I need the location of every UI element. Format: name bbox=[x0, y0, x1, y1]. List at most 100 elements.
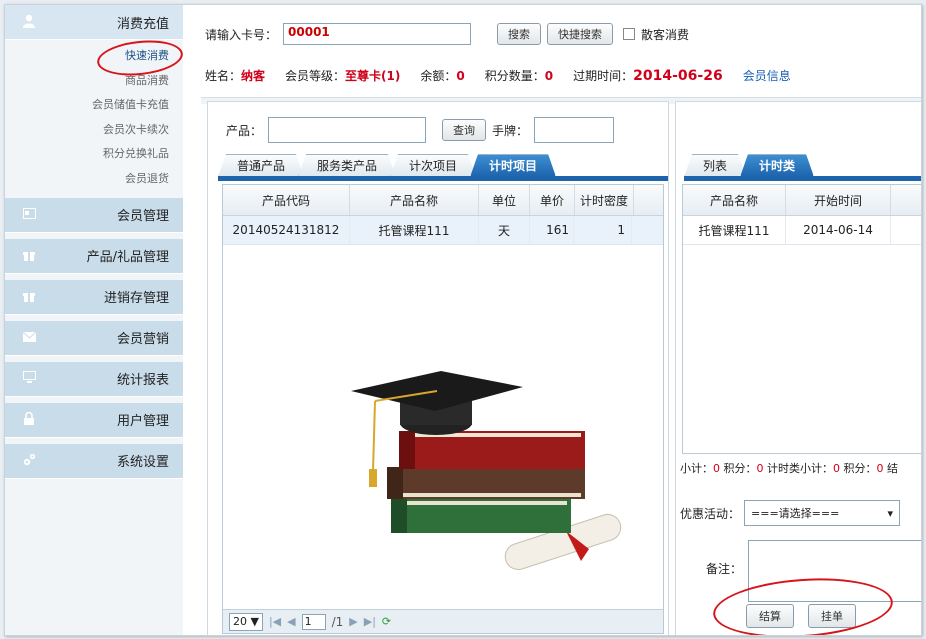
subtotal-value: 0 bbox=[713, 462, 720, 475]
submenu-points-redeem[interactable]: 积分兑换礼品 bbox=[5, 142, 183, 167]
col-product-name[interactable]: 产品名称 bbox=[683, 185, 786, 215]
product-label: 产品： bbox=[226, 123, 263, 138]
page-number-input[interactable]: 1 bbox=[301, 613, 326, 630]
search-button[interactable]: 搜索 bbox=[497, 23, 542, 45]
col-product-name[interactable]: 产品名称 bbox=[350, 185, 479, 215]
pager: 20 ▼ |◀ ◀ 1 /1 ▶ ▶| ⟳ bbox=[223, 609, 663, 633]
note-textarea[interactable] bbox=[748, 540, 921, 602]
product-grid: 产品代码 产品名称 单位 单价 计时密度 20140524131812 托管课程… bbox=[222, 184, 664, 634]
timed-points-label: 积分： bbox=[840, 462, 877, 475]
col-timing-density[interactable]: 计时密度 bbox=[575, 185, 634, 215]
last-page-icon[interactable]: ▶| bbox=[364, 615, 376, 628]
tab-count-item[interactable]: 计次项目 bbox=[390, 154, 476, 177]
cell-unit: 天 bbox=[479, 216, 530, 244]
guest-checkbox[interactable] bbox=[623, 28, 636, 40]
grid-header: 产品代码 产品名称 单位 单价 计时密度 bbox=[223, 185, 663, 216]
product-search-input[interactable] bbox=[268, 117, 427, 143]
hold-order-button[interactable]: 挂单 bbox=[808, 604, 856, 628]
timed-points-value: 0 bbox=[876, 462, 884, 475]
product-panel: 产品： 查询 手牌： 普通产品 服务类产品 计次项目 计时项目 产品代码 产品名… bbox=[207, 101, 669, 635]
tab-timed-type[interactable]: 计时类 bbox=[740, 154, 814, 177]
member-info-link[interactable]: 会员信息 bbox=[743, 67, 791, 84]
tab-underline bbox=[218, 176, 668, 181]
timed-subtotal-value: 0 bbox=[833, 462, 840, 475]
hand-tag-label: 手牌： bbox=[492, 123, 529, 138]
cell-code: 20140524131812 bbox=[223, 216, 350, 244]
menu-label: 产品/礼品管理 bbox=[86, 250, 169, 266]
menu-label: 进销存管理 bbox=[103, 291, 169, 307]
promo-select[interactable]: ===请选择=== ▾ bbox=[744, 500, 901, 526]
order-tabs: 列表 计时类 bbox=[684, 154, 808, 177]
menu-user-manage[interactable]: 用户管理 bbox=[5, 402, 183, 438]
menu-product-gift-manage[interactable]: 产品/礼品管理 bbox=[5, 238, 183, 274]
tab-timed-item[interactable]: 计时项目 bbox=[470, 154, 556, 177]
menu-label: 系统设置 bbox=[116, 455, 169, 471]
sidebar: 消费充值 快速消费 商品消费 会员储值卡充值 会员次卡续次 积分兑换礼品 会员退… bbox=[5, 5, 183, 635]
subtotal-line: 小计：0 积分：0 计时类小计：0 积分：0 结 bbox=[680, 460, 898, 476]
submenu-member-return[interactable]: 会员退货 bbox=[5, 167, 183, 192]
tab-service-product[interactable]: 服务类产品 bbox=[298, 154, 396, 177]
menu-label: 统计报表 bbox=[116, 373, 169, 389]
promo-label: 优惠活动： bbox=[680, 506, 741, 521]
menu-system-settings[interactable]: 系统设置 bbox=[5, 443, 183, 479]
col-unit[interactable]: 单位 bbox=[479, 185, 530, 215]
quick-search-button[interactable]: 快捷搜索 bbox=[547, 23, 614, 45]
points-value: 0 bbox=[544, 68, 554, 83]
page-size-select[interactable]: 20 ▼ bbox=[229, 612, 263, 631]
col-product-code[interactable]: 产品代码 bbox=[223, 185, 350, 215]
submenu-stored-value-recharge[interactable]: 会员储值卡充值 bbox=[5, 93, 183, 118]
next-page-icon[interactable]: ▶ bbox=[349, 615, 357, 628]
submenu-count-card-renew[interactable]: 会员次卡续次 bbox=[5, 118, 183, 143]
first-page-icon[interactable]: |◀ bbox=[269, 615, 281, 628]
gift-icon bbox=[21, 289, 37, 305]
lock-icon bbox=[21, 411, 37, 428]
app-frame: 消费充值 快速消费 商品消费 会员储值卡充值 会员次卡续次 积分兑换礼品 会员退… bbox=[4, 4, 922, 636]
col-price[interactable]: 单价 bbox=[530, 185, 575, 215]
balance-value: 0 bbox=[456, 68, 465, 83]
product-tabs: 普通产品 服务类产品 计次项目 计时项目 bbox=[218, 154, 550, 177]
table-row[interactable]: 20140524131812 托管课程111 天 161 1 bbox=[223, 216, 663, 245]
settle-truncated-label: 结 bbox=[883, 462, 898, 475]
refresh-icon[interactable]: ⟳ bbox=[382, 615, 391, 628]
hand-tag-input[interactable] bbox=[534, 117, 615, 143]
books-graduation-cap-image bbox=[351, 371, 622, 571]
menu-consume-recharge[interactable]: 消费充值 bbox=[5, 5, 183, 40]
level-label: 会员等级： bbox=[285, 69, 346, 83]
menu-member-manage[interactable]: 会员管理 bbox=[5, 197, 183, 233]
query-button[interactable]: 查询 bbox=[442, 119, 487, 141]
points-label: 积分数量： bbox=[484, 69, 545, 83]
points-label: 积分： bbox=[720, 462, 757, 475]
cell-name: 托管课程111 bbox=[683, 216, 786, 244]
gears-icon bbox=[21, 453, 37, 469]
tab-normal-product[interactable]: 普通产品 bbox=[218, 154, 304, 177]
prev-page-icon[interactable]: ◀ bbox=[287, 615, 295, 628]
tab-list[interactable]: 列表 bbox=[684, 154, 746, 177]
table-row[interactable]: 托管课程111 2014-06-14 bbox=[683, 216, 921, 245]
settle-button[interactable]: 结算 bbox=[746, 604, 794, 628]
promo-value: ===请选择=== bbox=[751, 507, 840, 520]
menu-stats-report[interactable]: 统计报表 bbox=[5, 361, 183, 397]
menu-inventory-manage[interactable]: 进销存管理 bbox=[5, 279, 183, 315]
guest-label: 散客消费 bbox=[641, 27, 690, 42]
menu-member-marketing[interactable]: 会员营销 bbox=[5, 320, 183, 356]
submenu-goods-consume[interactable]: 商品消费 bbox=[5, 69, 183, 94]
name-label: 姓名： bbox=[205, 69, 242, 83]
member-search-bar: 请输入卡号： 00001 搜索 快捷搜索 散客消费 姓名： 纳客 会员等级： 至… bbox=[197, 7, 921, 91]
promo-row: 优惠活动： ===请选择=== ▾ bbox=[680, 500, 901, 526]
expire-value: 2014-06-26 bbox=[633, 67, 723, 84]
monitor-icon bbox=[21, 370, 37, 387]
order-panel: 列表 计时类 产品名称 开始时间 托管课程111 2014-06-14 小计：0… bbox=[675, 101, 921, 635]
submenu-quick-consume[interactable]: 快速消费 bbox=[5, 44, 183, 69]
card-icon bbox=[21, 207, 37, 223]
menu-label: 消费充值 bbox=[116, 16, 169, 32]
cell-start-time: 2014-06-14 bbox=[786, 216, 891, 244]
user-icon bbox=[21, 14, 37, 30]
gift-icon bbox=[21, 248, 37, 264]
submenu: 快速消费 商品消费 会员储值卡充值 会员次卡续次 积分兑换礼品 会员退货 bbox=[5, 40, 183, 198]
card-number-label: 请输入卡号： bbox=[205, 27, 278, 42]
col-start-time[interactable]: 开始时间 bbox=[786, 185, 891, 215]
card-number-input[interactable]: 00001 bbox=[283, 23, 472, 45]
cell-density: 1 bbox=[574, 216, 632, 244]
mail-icon bbox=[21, 330, 37, 346]
menu-label: 会员营销 bbox=[116, 332, 169, 348]
